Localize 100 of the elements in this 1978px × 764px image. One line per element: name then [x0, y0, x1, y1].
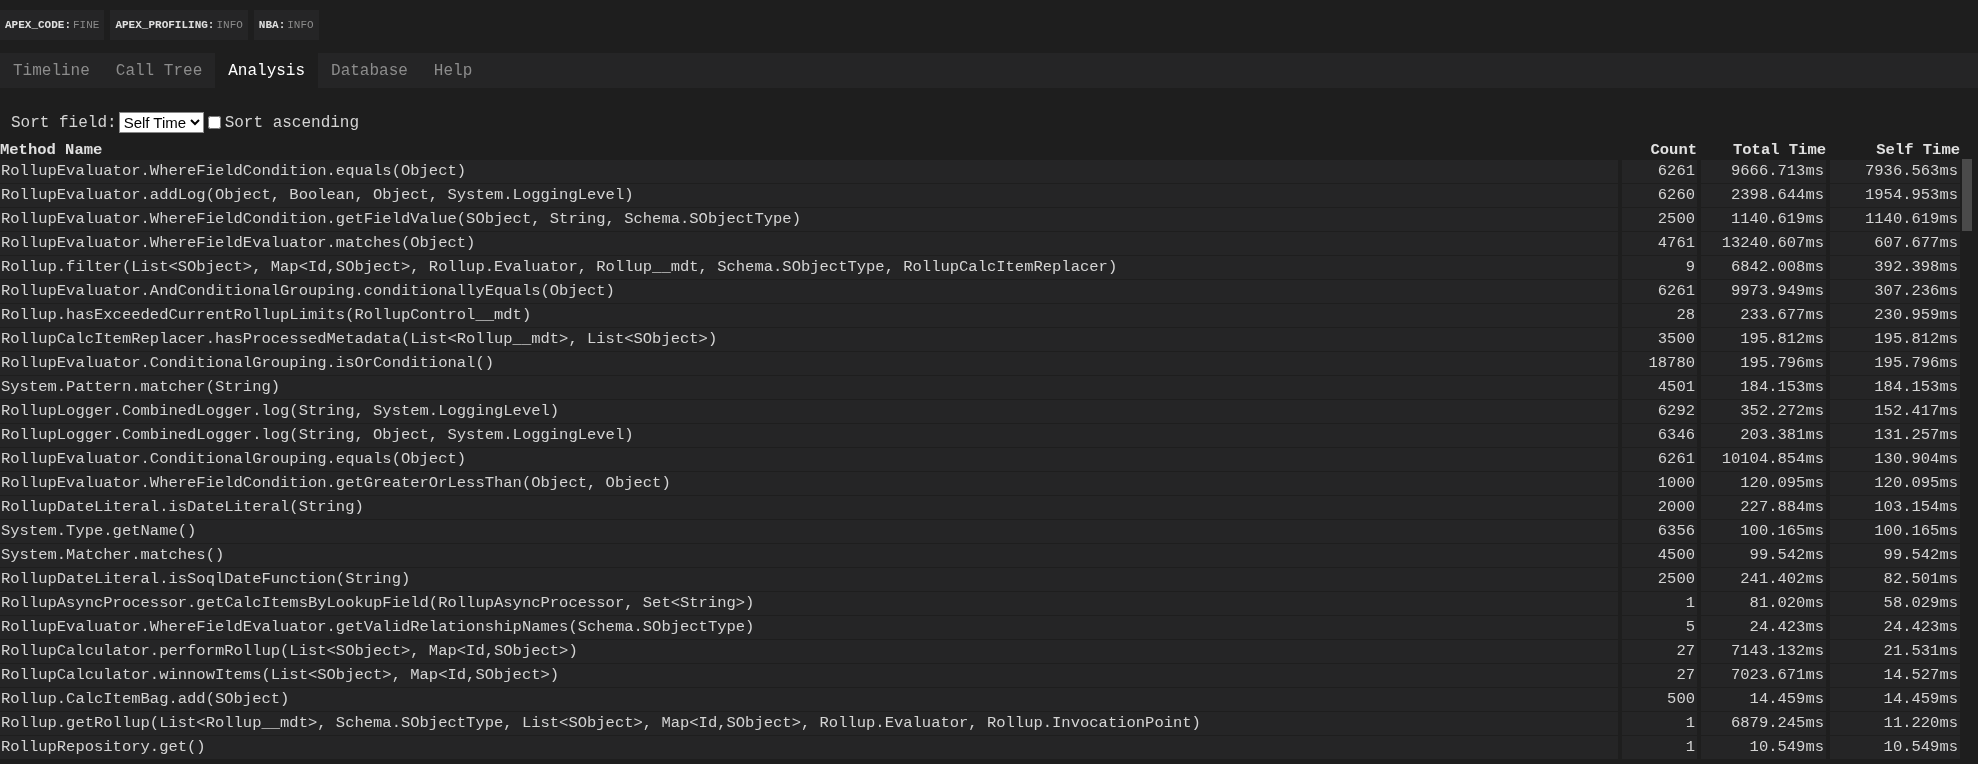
debug-level-badge: APEX_PROFILING: INFO: [110, 10, 248, 40]
table-cell: 1: [1622, 592, 1697, 616]
table-cell: 607.677ms: [1830, 232, 1960, 256]
table-cell: 195.796ms: [1830, 352, 1960, 376]
table-cell: 130.904ms: [1830, 448, 1960, 472]
table-cell: 4761: [1622, 232, 1697, 256]
table-cell: RollupDateLiteral.isDateLiteral(String): [0, 496, 1618, 520]
table-cell: 7023.671ms: [1701, 664, 1826, 688]
tab[interactable]: Analysis: [215, 53, 319, 88]
table-cell: 99.542ms: [1830, 544, 1960, 568]
table-cell: 7936.563ms: [1830, 160, 1960, 184]
table-cell: RollupCalculator.winnowItems(List<SObject>, Map<Id,SObject>): [0, 664, 1618, 688]
table-cell: 7143.132ms: [1701, 640, 1826, 664]
tab[interactable]: Database: [318, 53, 421, 88]
table-cell: 9666.713ms: [1701, 160, 1826, 184]
table-cell: 2000: [1622, 496, 1697, 520]
table-cell: System.Matcher.matches(): [0, 544, 1618, 568]
scrollbar-thumb[interactable]: [1962, 159, 1972, 231]
table-cell: RollupEvaluator.WhereFieldCondition.getFieldValue(SObject, String, Schema.SObjectType): [0, 208, 1618, 232]
tab[interactable]: Call Tree: [102, 53, 216, 88]
table-cell: 14.459ms: [1701, 688, 1826, 712]
table-cell: RollupEvaluator.ConditionalGrouping.equals(Object): [0, 448, 1618, 472]
table-cell: 203.381ms: [1701, 424, 1826, 448]
table-cell: Rollup.filter(List<SObject>, Map<Id,SObject>, Rollup.Evaluator, Rollup__mdt, Schema.SObjectType, RollupCalcItemReplacer): [0, 256, 1618, 280]
table-cell: RollupCalculator.performRollup(List<SObject>, Map<Id,SObject>): [0, 640, 1618, 664]
column-header[interactable]: Count: [1622, 141, 1697, 160]
table-cell: 233.677ms: [1701, 304, 1826, 328]
table-cell: 99.542ms: [1701, 544, 1826, 568]
table-cell: 10104.854ms: [1701, 448, 1826, 472]
sort-field-dropdown[interactable]: Self Time: [118, 112, 204, 133]
table-cell: 5: [1622, 616, 1697, 640]
table-cell: 195.796ms: [1701, 352, 1826, 376]
table-cell: 14.459ms: [1830, 688, 1960, 712]
table-cell: 27: [1622, 664, 1697, 688]
table-cell: 6346: [1622, 424, 1697, 448]
table-cell: 230.959ms: [1830, 304, 1960, 328]
table-cell: RollupDateLiteral.isSoqlDateFunction(String): [0, 568, 1618, 592]
table-cell: 184.153ms: [1701, 376, 1826, 400]
table-cell: 307.236ms: [1830, 280, 1960, 304]
table-cell: 14.527ms: [1830, 664, 1960, 688]
table-cell: 1000: [1622, 472, 1697, 496]
table-cell: RollupEvaluator.WhereFieldEvaluator.matches(Object): [0, 232, 1618, 256]
table-cell: 6261: [1622, 160, 1697, 184]
table-cell: 2398.644ms: [1701, 184, 1826, 208]
tab[interactable]: Timeline: [0, 53, 103, 88]
table-cell: 6356: [1622, 520, 1697, 544]
table-cell: RollupEvaluator.WhereFieldEvaluator.getValidRelationshipNames(Schema.SObjectType): [0, 616, 1618, 640]
table-cell: 4500: [1622, 544, 1697, 568]
table-cell: 82.501ms: [1830, 568, 1960, 592]
table-cell: 1140.619ms: [1701, 208, 1826, 232]
table-cell: 24.423ms: [1830, 616, 1960, 640]
table-cell: 6260: [1622, 184, 1697, 208]
table-cell: 6879.245ms: [1701, 712, 1826, 735]
table-cell: Rollup.getRollup(List<Rollup__mdt>, Schema.SObjectType, List<SObject>, Map<Id,SObject>, Rollup.Evaluator, Rollup.InvocationPoint): [0, 712, 1618, 735]
table-cell: RollupEvaluator.addLog(Object, Boolean, Object, System.LoggingLevel): [0, 184, 1618, 208]
table-cell: 195.812ms: [1830, 328, 1960, 352]
table-cell: 10.549ms: [1701, 736, 1826, 759]
sort-ascending-checkbox[interactable]: [207, 116, 221, 129]
table-cell: 13240.607ms: [1701, 232, 1826, 256]
table-cell: 500: [1622, 688, 1697, 712]
column-header[interactable]: Self Time: [1830, 141, 1960, 160]
table-cell: 81.020ms: [1701, 592, 1826, 616]
table-cell: RollupCalcItemReplacer.hasProcessedMetadata(List<Rollup__mdt>, List<SObject>): [0, 328, 1618, 352]
table-cell: 24.423ms: [1701, 616, 1826, 640]
table-cell: 1: [1622, 736, 1697, 759]
table-cell: 6261: [1622, 448, 1697, 472]
table-cell: System.Type.getName(): [0, 520, 1618, 544]
table-cell: 21.531ms: [1830, 640, 1960, 664]
table-cell: 195.812ms: [1701, 328, 1826, 352]
table-cell: 3500: [1622, 328, 1697, 352]
table-cell: 103.154ms: [1830, 496, 1960, 520]
column-header[interactable]: Total Time: [1701, 141, 1826, 160]
tab[interactable]: Help: [420, 53, 486, 88]
debug-level-badge: APEX_CODE: FINE: [0, 10, 105, 40]
table-cell: 184.153ms: [1830, 376, 1960, 400]
table-cell: 28: [1622, 304, 1697, 328]
table-cell: 27: [1622, 640, 1697, 664]
table-cell: 6842.008ms: [1701, 256, 1826, 280]
table-cell: 18780: [1622, 352, 1697, 376]
table-cell: 1954.953ms: [1830, 184, 1960, 208]
table-cell: 131.257ms: [1830, 424, 1960, 448]
table-cell: 2500: [1622, 208, 1697, 232]
table-cell: Rollup.CalcItemBag.add(SObject): [0, 688, 1618, 712]
table-cell: RollupEvaluator.WhereFieldCondition.equals(Object): [0, 160, 1618, 184]
table-cell: 11.220ms: [1830, 712, 1960, 735]
table-cell: 10.549ms: [1830, 736, 1960, 759]
table-cell: 100.165ms: [1701, 520, 1826, 544]
table-cell: 1140.619ms: [1830, 208, 1960, 232]
table-cell: 392.398ms: [1830, 256, 1960, 280]
table-cell: 152.417ms: [1830, 400, 1960, 424]
table-cell: RollupEvaluator.AndConditionalGrouping.conditionallyEquals(Object): [0, 280, 1618, 304]
table-cell: Rollup.hasExceededCurrentRollupLimits(RollupControl__mdt): [0, 304, 1618, 328]
table-cell: 9973.949ms: [1701, 280, 1826, 304]
table-cell: 6261: [1622, 280, 1697, 304]
table-cell: RollupLogger.CombinedLogger.log(String, System.LoggingLevel): [0, 400, 1618, 424]
column-header[interactable]: Method Name: [0, 141, 1618, 160]
table-cell: 120.095ms: [1830, 472, 1960, 496]
table-cell: RollupEvaluator.ConditionalGrouping.isOrConditional(): [0, 352, 1618, 376]
table-cell: 241.402ms: [1701, 568, 1826, 592]
table-cell: 120.095ms: [1701, 472, 1826, 496]
